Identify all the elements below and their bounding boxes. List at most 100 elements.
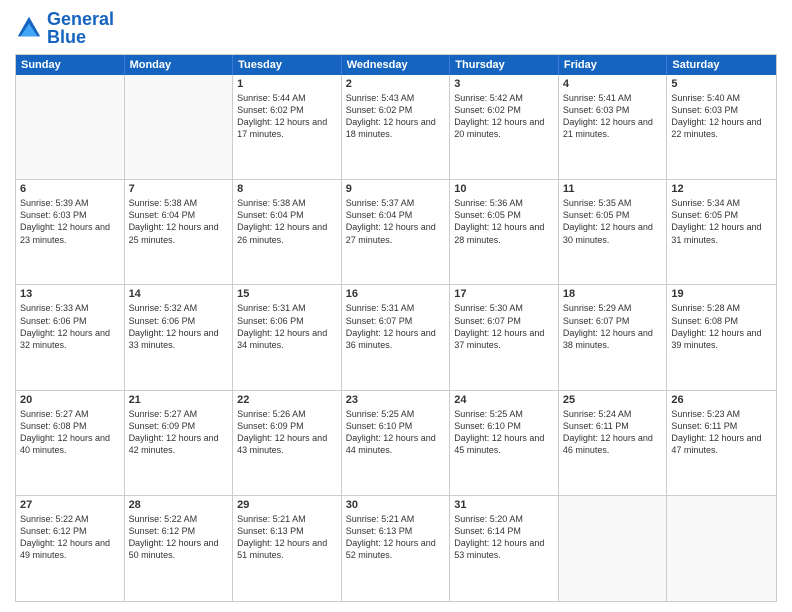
day-number: 26 (671, 394, 772, 406)
header-day-wednesday: Wednesday (342, 55, 451, 75)
calendar-row-4: 20 Sunrise: 5:27 AM Sunset: 6:08 PM Dayl… (16, 391, 776, 496)
calendar-cell: 26 Sunrise: 5:23 AM Sunset: 6:11 PM Dayl… (667, 391, 776, 495)
calendar-cell: 11 Sunrise: 5:35 AM Sunset: 6:05 PM Dayl… (559, 180, 668, 284)
day-number: 19 (671, 288, 772, 300)
day-number: 22 (237, 394, 337, 406)
day-number: 27 (20, 499, 120, 511)
day-number: 1 (237, 78, 337, 90)
day-number: 13 (20, 288, 120, 300)
day-number: 28 (129, 499, 229, 511)
calendar-cell: 10 Sunrise: 5:36 AM Sunset: 6:05 PM Dayl… (450, 180, 559, 284)
calendar-header: SundayMondayTuesdayWednesdayThursdayFrid… (16, 55, 776, 75)
cell-info: Sunrise: 5:44 AM Sunset: 6:02 PM Dayligh… (237, 92, 337, 141)
calendar-cell: 31 Sunrise: 5:20 AM Sunset: 6:14 PM Dayl… (450, 496, 559, 601)
calendar-row-2: 6 Sunrise: 5:39 AM Sunset: 6:03 PM Dayli… (16, 180, 776, 285)
logo: General Blue (15, 10, 114, 46)
calendar-cell: 30 Sunrise: 5:21 AM Sunset: 6:13 PM Dayl… (342, 496, 451, 601)
calendar-cell: 18 Sunrise: 5:29 AM Sunset: 6:07 PM Dayl… (559, 285, 668, 389)
cell-info: Sunrise: 5:20 AM Sunset: 6:14 PM Dayligh… (454, 513, 554, 562)
day-number: 5 (671, 78, 772, 90)
cell-info: Sunrise: 5:43 AM Sunset: 6:02 PM Dayligh… (346, 92, 446, 141)
cell-info: Sunrise: 5:32 AM Sunset: 6:06 PM Dayligh… (129, 302, 229, 351)
day-number: 30 (346, 499, 446, 511)
calendar-cell: 9 Sunrise: 5:37 AM Sunset: 6:04 PM Dayli… (342, 180, 451, 284)
day-number: 2 (346, 78, 446, 90)
calendar-row-5: 27 Sunrise: 5:22 AM Sunset: 6:12 PM Dayl… (16, 496, 776, 601)
cell-info: Sunrise: 5:33 AM Sunset: 6:06 PM Dayligh… (20, 302, 120, 351)
calendar-cell (16, 75, 125, 179)
calendar-cell: 6 Sunrise: 5:39 AM Sunset: 6:03 PM Dayli… (16, 180, 125, 284)
cell-info: Sunrise: 5:34 AM Sunset: 6:05 PM Dayligh… (671, 197, 772, 246)
day-number: 16 (346, 288, 446, 300)
header: General Blue (15, 10, 777, 46)
logo-line1: General (47, 10, 114, 28)
calendar-body: 1 Sunrise: 5:44 AM Sunset: 6:02 PM Dayli… (16, 75, 776, 601)
calendar-cell: 27 Sunrise: 5:22 AM Sunset: 6:12 PM Dayl… (16, 496, 125, 601)
cell-info: Sunrise: 5:38 AM Sunset: 6:04 PM Dayligh… (237, 197, 337, 246)
calendar-cell: 12 Sunrise: 5:34 AM Sunset: 6:05 PM Dayl… (667, 180, 776, 284)
calendar-cell: 23 Sunrise: 5:25 AM Sunset: 6:10 PM Dayl… (342, 391, 451, 495)
day-number: 29 (237, 499, 337, 511)
header-day-saturday: Saturday (667, 55, 776, 75)
calendar-cell: 29 Sunrise: 5:21 AM Sunset: 6:13 PM Dayl… (233, 496, 342, 601)
cell-info: Sunrise: 5:28 AM Sunset: 6:08 PM Dayligh… (671, 302, 772, 351)
cell-info: Sunrise: 5:38 AM Sunset: 6:04 PM Dayligh… (129, 197, 229, 246)
calendar-cell: 13 Sunrise: 5:33 AM Sunset: 6:06 PM Dayl… (16, 285, 125, 389)
day-number: 14 (129, 288, 229, 300)
calendar-cell: 15 Sunrise: 5:31 AM Sunset: 6:06 PM Dayl… (233, 285, 342, 389)
calendar-cell (559, 496, 668, 601)
day-number: 7 (129, 183, 229, 195)
calendar-cell: 17 Sunrise: 5:30 AM Sunset: 6:07 PM Dayl… (450, 285, 559, 389)
cell-info: Sunrise: 5:31 AM Sunset: 6:06 PM Dayligh… (237, 302, 337, 351)
day-number: 3 (454, 78, 554, 90)
calendar-cell: 19 Sunrise: 5:28 AM Sunset: 6:08 PM Dayl… (667, 285, 776, 389)
day-number: 15 (237, 288, 337, 300)
day-number: 12 (671, 183, 772, 195)
calendar-cell: 16 Sunrise: 5:31 AM Sunset: 6:07 PM Dayl… (342, 285, 451, 389)
logo-line2: Blue (47, 28, 114, 46)
calendar-cell: 22 Sunrise: 5:26 AM Sunset: 6:09 PM Dayl… (233, 391, 342, 495)
calendar-cell: 4 Sunrise: 5:41 AM Sunset: 6:03 PM Dayli… (559, 75, 668, 179)
calendar-cell: 5 Sunrise: 5:40 AM Sunset: 6:03 PM Dayli… (667, 75, 776, 179)
day-number: 21 (129, 394, 229, 406)
cell-info: Sunrise: 5:21 AM Sunset: 6:13 PM Dayligh… (346, 513, 446, 562)
cell-info: Sunrise: 5:35 AM Sunset: 6:05 PM Dayligh… (563, 197, 663, 246)
cell-info: Sunrise: 5:27 AM Sunset: 6:09 PM Dayligh… (129, 408, 229, 457)
cell-info: Sunrise: 5:39 AM Sunset: 6:03 PM Dayligh… (20, 197, 120, 246)
calendar-cell: 14 Sunrise: 5:32 AM Sunset: 6:06 PM Dayl… (125, 285, 234, 389)
cell-info: Sunrise: 5:25 AM Sunset: 6:10 PM Dayligh… (346, 408, 446, 457)
cell-info: Sunrise: 5:23 AM Sunset: 6:11 PM Dayligh… (671, 408, 772, 457)
calendar-cell: 20 Sunrise: 5:27 AM Sunset: 6:08 PM Dayl… (16, 391, 125, 495)
header-day-tuesday: Tuesday (233, 55, 342, 75)
day-number: 23 (346, 394, 446, 406)
day-number: 11 (563, 183, 663, 195)
calendar-cell: 24 Sunrise: 5:25 AM Sunset: 6:10 PM Dayl… (450, 391, 559, 495)
calendar-cell (125, 75, 234, 179)
cell-info: Sunrise: 5:22 AM Sunset: 6:12 PM Dayligh… (129, 513, 229, 562)
day-number: 6 (20, 183, 120, 195)
calendar-cell: 28 Sunrise: 5:22 AM Sunset: 6:12 PM Dayl… (125, 496, 234, 601)
cell-info: Sunrise: 5:31 AM Sunset: 6:07 PM Dayligh… (346, 302, 446, 351)
day-number: 20 (20, 394, 120, 406)
calendar-cell: 25 Sunrise: 5:24 AM Sunset: 6:11 PM Dayl… (559, 391, 668, 495)
cell-info: Sunrise: 5:29 AM Sunset: 6:07 PM Dayligh… (563, 302, 663, 351)
day-number: 18 (563, 288, 663, 300)
cell-info: Sunrise: 5:27 AM Sunset: 6:08 PM Dayligh… (20, 408, 120, 457)
cell-info: Sunrise: 5:21 AM Sunset: 6:13 PM Dayligh… (237, 513, 337, 562)
cell-info: Sunrise: 5:42 AM Sunset: 6:02 PM Dayligh… (454, 92, 554, 141)
calendar-cell: 7 Sunrise: 5:38 AM Sunset: 6:04 PM Dayli… (125, 180, 234, 284)
cell-info: Sunrise: 5:30 AM Sunset: 6:07 PM Dayligh… (454, 302, 554, 351)
page: General Blue SundayMondayTuesdayWednesda… (0, 0, 792, 612)
calendar-cell (667, 496, 776, 601)
calendar-cell: 8 Sunrise: 5:38 AM Sunset: 6:04 PM Dayli… (233, 180, 342, 284)
day-number: 25 (563, 394, 663, 406)
day-number: 24 (454, 394, 554, 406)
day-number: 31 (454, 499, 554, 511)
cell-info: Sunrise: 5:40 AM Sunset: 6:03 PM Dayligh… (671, 92, 772, 141)
cell-info: Sunrise: 5:26 AM Sunset: 6:09 PM Dayligh… (237, 408, 337, 457)
calendar-cell: 3 Sunrise: 5:42 AM Sunset: 6:02 PM Dayli… (450, 75, 559, 179)
logo-icon (15, 14, 43, 42)
cell-info: Sunrise: 5:22 AM Sunset: 6:12 PM Dayligh… (20, 513, 120, 562)
calendar-row-3: 13 Sunrise: 5:33 AM Sunset: 6:06 PM Dayl… (16, 285, 776, 390)
day-number: 4 (563, 78, 663, 90)
